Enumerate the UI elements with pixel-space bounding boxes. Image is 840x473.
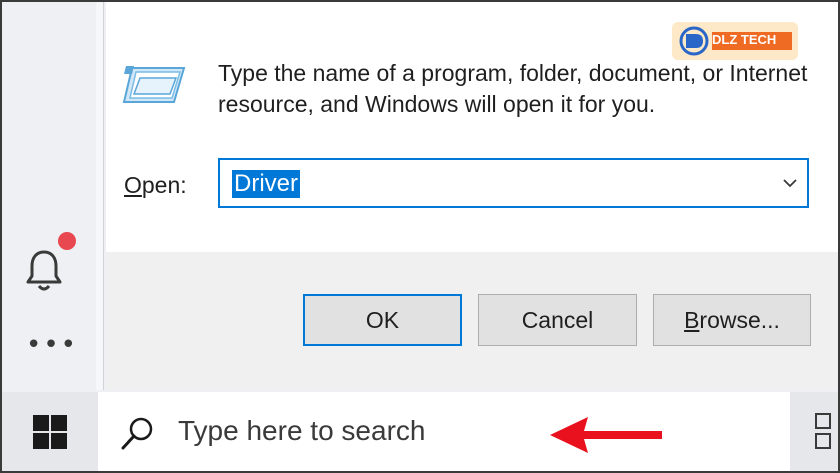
open-label-text: pen:: [141, 172, 187, 198]
notification-bell-icon[interactable]: [24, 246, 64, 294]
open-combobox[interactable]: Driver: [218, 158, 809, 208]
logo-text: DLZ TECH: [712, 32, 777, 47]
search-placeholder: Type here to search: [178, 415, 426, 446]
open-label: Open:: [124, 172, 187, 199]
cancel-button-label: Cancel: [521, 306, 594, 333]
windows-logo-icon: [33, 414, 67, 449]
red-arrow-annotation-icon: [550, 417, 662, 453]
notification-badge: [58, 232, 76, 250]
more-options-icon[interactable]: •••: [26, 332, 78, 358]
strip-edge: [96, 2, 104, 390]
search-icon: [121, 417, 153, 450]
cancel-button[interactable]: Cancel: [478, 294, 637, 346]
browse-button-mnemonic: B: [684, 306, 700, 333]
chevron-down-icon[interactable]: [779, 172, 801, 194]
open-label-mnemonic: O: [124, 172, 142, 198]
start-button[interactable]: [2, 392, 98, 471]
run-dialog-description: Type the name of a program, folder, docu…: [218, 60, 808, 117]
browse-button[interactable]: Browse...: [653, 294, 811, 346]
ok-button-label: OK: [365, 306, 400, 333]
open-input-value[interactable]: Driver: [232, 170, 300, 198]
task-view-icon[interactable]: [812, 412, 834, 456]
browse-button-label: rowse...: [699, 306, 780, 333]
run-program-icon: [122, 66, 186, 103]
ok-button[interactable]: OK: [303, 294, 462, 346]
